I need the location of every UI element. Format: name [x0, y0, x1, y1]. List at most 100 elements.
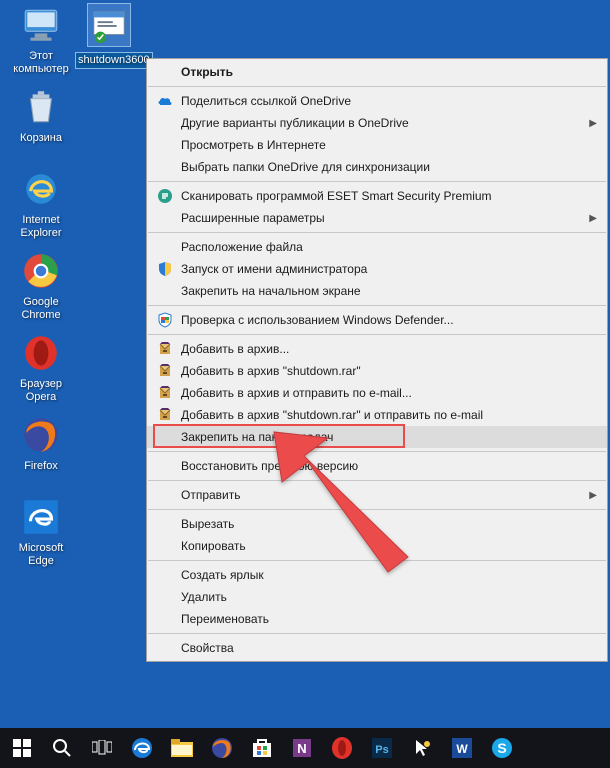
shield-icon	[155, 261, 175, 277]
ie-icon	[20, 168, 62, 210]
desktop-icon-microsoft-edge[interactable]: Microsoft Edge	[8, 496, 74, 568]
blank-icon	[155, 458, 175, 474]
desktop-icon-firefox[interactable]: Firefox	[8, 414, 74, 473]
menu-item[interactable]: Расположение файла	[147, 236, 607, 258]
eset-icon	[155, 188, 175, 204]
menu-item-label: Вырезать	[181, 517, 579, 531]
word-icon[interactable]: W	[442, 728, 482, 768]
menu-item[interactable]: Закрепить на панели задач	[147, 426, 607, 448]
edge-icon[interactable]	[122, 728, 162, 768]
file-explorer-icon[interactable]	[162, 728, 202, 768]
desktop-icon-label: Браузер Opera	[8, 378, 74, 404]
menu-item[interactable]: Сканировать программой ESET Smart Securi…	[147, 185, 607, 207]
firefox-icon	[20, 414, 62, 456]
desktop-icon-label: Microsoft Edge	[8, 542, 74, 568]
edge-icon	[20, 496, 62, 538]
desktop-icon-shutdown3600[interactable]: shutdown3600	[76, 4, 142, 68]
svg-text:S: S	[497, 740, 506, 756]
menu-item-label: Выбрать папки OneDrive для синхронизации	[181, 160, 579, 174]
desktop-icon-label: Корзина	[8, 132, 74, 145]
menu-item[interactable]: Открыть	[147, 61, 607, 83]
blank-icon	[155, 640, 175, 656]
menu-item[interactable]: Восстановить прежнюю версию	[147, 455, 607, 477]
menu-item-label: Удалить	[181, 590, 579, 604]
svg-text:W: W	[456, 742, 468, 756]
skype-icon[interactable]: S	[482, 728, 522, 768]
defender-icon	[155, 312, 175, 328]
desktop-icon-opera[interactable]: Браузер Opera	[8, 332, 74, 404]
opera-icon[interactable]	[322, 728, 362, 768]
menu-item[interactable]: Добавить в архив...	[147, 338, 607, 360]
winrar-icon	[155, 363, 175, 379]
svg-text:Ps: Ps	[375, 744, 388, 756]
menu-item[interactable]: Поделиться ссылкой OneDrive	[147, 90, 607, 112]
photoshop-icon[interactable]: Ps	[362, 728, 402, 768]
desktop-icon-label: Google Chrome	[8, 296, 74, 322]
desktop-icon-label: Этот компьютер	[8, 50, 74, 76]
cursor-tool-icon[interactable]	[402, 728, 442, 768]
blank-icon	[155, 159, 175, 175]
blank-icon	[155, 137, 175, 153]
winrar-icon	[155, 341, 175, 357]
menu-item[interactable]: Другие варианты публикации в OneDrive ▶	[147, 112, 607, 134]
menu-item[interactable]: Проверка с использованием Windows Defend…	[147, 309, 607, 331]
menu-item[interactable]: Создать ярлык	[147, 564, 607, 586]
menu-item-label: Открыть	[181, 65, 579, 79]
task-view-icon[interactable]	[82, 728, 122, 768]
firefox-icon[interactable]	[202, 728, 242, 768]
menu-item[interactable]: Переименовать	[147, 608, 607, 630]
menu-item-label: Переименовать	[181, 612, 579, 626]
blank-icon	[155, 115, 175, 131]
chrome-icon	[20, 250, 62, 292]
menu-item[interactable]: Свойства	[147, 637, 607, 659]
desktop-icon-google-chrome[interactable]: Google Chrome	[8, 250, 74, 322]
start-button[interactable]	[2, 728, 42, 768]
menu-item-label: Добавить в архив "shutdown.rar" и отправ…	[181, 408, 579, 422]
trash-icon	[20, 86, 62, 128]
menu-item-label: Расширенные параметры	[181, 211, 579, 225]
menu-item[interactable]: Добавить в архив "shutdown.rar"	[147, 360, 607, 382]
menu-item-label: Отправить	[181, 488, 579, 502]
blank-icon	[155, 64, 175, 80]
svg-text:N: N	[297, 741, 306, 756]
menu-item[interactable]: Вырезать	[147, 513, 607, 535]
submenu-arrow-icon: ▶	[589, 213, 597, 224]
menu-item-label: Добавить в архив и отправить по e-mail..…	[181, 386, 579, 400]
winrar-icon	[155, 407, 175, 423]
search-icon[interactable]	[42, 728, 82, 768]
menu-item[interactable]: Запуск от имени администратора	[147, 258, 607, 280]
menu-item[interactable]: Выбрать папки OneDrive для синхронизации	[147, 156, 607, 178]
menu-item[interactable]: Добавить в архив "shutdown.rar" и отправ…	[147, 404, 607, 426]
menu-item-label: Восстановить прежнюю версию	[181, 459, 579, 473]
pc-icon	[20, 4, 62, 46]
menu-item-label: Другие варианты публикации в OneDrive	[181, 116, 579, 130]
blank-icon	[155, 487, 175, 503]
blank-icon	[155, 567, 175, 583]
menu-item-label: Закрепить на панели задач	[181, 430, 579, 444]
menu-item-label: Копировать	[181, 539, 579, 553]
menu-item[interactable]: Отправить ▶	[147, 484, 607, 506]
blank-icon	[155, 516, 175, 532]
store-icon[interactable]	[242, 728, 282, 768]
taskbar: N Ps W S	[0, 728, 610, 768]
menu-item[interactable]: Удалить	[147, 586, 607, 608]
menu-item-label: Просмотреть в Интернете	[181, 138, 579, 152]
menu-item[interactable]: Добавить в архив и отправить по e-mail..…	[147, 382, 607, 404]
menu-item[interactable]: Расширенные параметры ▶	[147, 207, 607, 229]
desktop-icon-internet-explorer[interactable]: Internet Explorer	[8, 168, 74, 240]
blank-icon	[155, 589, 175, 605]
menu-item-label: Свойства	[181, 641, 579, 655]
menu-item[interactable]: Закрепить на начальном экране	[147, 280, 607, 302]
desktop-icon-label: shutdown3600	[76, 53, 152, 68]
desktop-icon-recycle-bin[interactable]: Корзина	[8, 86, 74, 145]
menu-item-label: Запуск от имени администратора	[181, 262, 579, 276]
menu-item[interactable]: Просмотреть в Интернете	[147, 134, 607, 156]
menu-item[interactable]: Копировать	[147, 535, 607, 557]
submenu-arrow-icon: ▶	[589, 490, 597, 501]
onenote-icon[interactable]: N	[282, 728, 322, 768]
desktop-icon-this-pc[interactable]: Этот компьютер	[8, 4, 74, 76]
menu-item-label: Поделиться ссылкой OneDrive	[181, 94, 579, 108]
menu-item-label: Проверка с использованием Windows Defend…	[181, 313, 579, 327]
winrar-icon	[155, 385, 175, 401]
submenu-arrow-icon: ▶	[589, 118, 597, 129]
